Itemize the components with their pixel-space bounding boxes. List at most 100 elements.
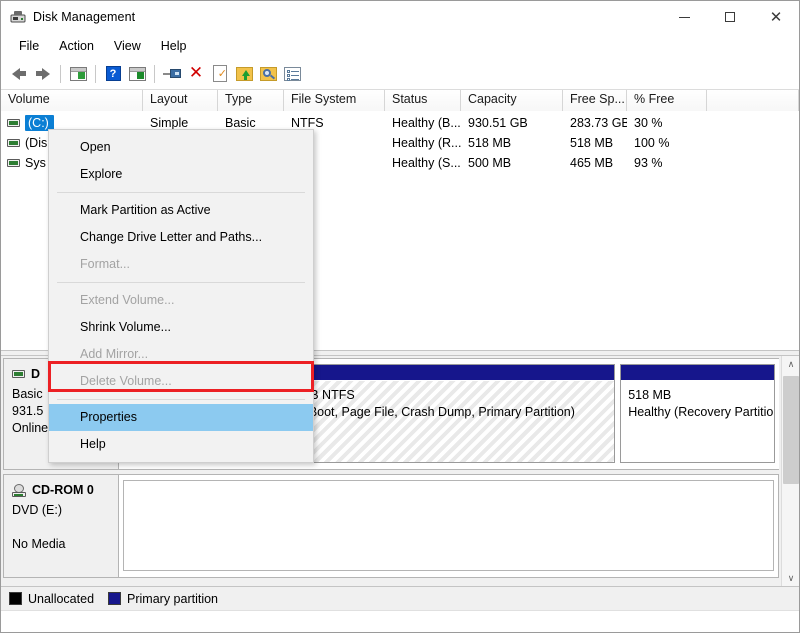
column-header-filler[interactable] xyxy=(707,90,799,111)
scrollbar-thumb[interactable] xyxy=(783,376,799,484)
legend-swatch-primary-partition xyxy=(108,592,121,605)
export-list-icon[interactable] xyxy=(232,62,256,86)
percent-free-cell: 30 % xyxy=(627,116,707,130)
volume-drive-icon xyxy=(7,159,20,167)
rescan-disks-icon[interactable] xyxy=(160,62,184,86)
volume-drive-icon xyxy=(7,119,20,127)
context-menu-separator-2 xyxy=(57,282,305,283)
disk-block-cdrom[interactable]: CD-ROM 0 DVD (E:) No Media xyxy=(3,474,779,578)
percent-free-cell: 100 % xyxy=(627,136,707,150)
column-header-layout[interactable]: Layout xyxy=(143,90,218,111)
legend-label-primary-partition: Primary partition xyxy=(127,592,218,606)
context-menu-item-explore[interactable]: Explore xyxy=(49,161,313,188)
legend-item-primary-partition: Primary partition xyxy=(108,592,218,606)
context-menu-separator-3 xyxy=(57,399,305,400)
column-header-type[interactable]: Type xyxy=(218,90,284,111)
context-menu-separator-1 xyxy=(57,192,305,193)
toolbar-separator-1 xyxy=(60,65,61,83)
window-title: Disk Management xyxy=(33,10,135,24)
disk-icon xyxy=(12,370,25,378)
disk-management-icon xyxy=(10,9,26,25)
show-hide-action-pane-icon[interactable] xyxy=(125,62,149,86)
partition-strip-cdrom xyxy=(119,475,778,577)
menu-action[interactable]: Action xyxy=(49,36,104,56)
legend-item-unallocated: Unallocated xyxy=(9,592,94,606)
forward-icon[interactable] xyxy=(31,62,55,86)
context-menu-item-shrink-volume[interactable]: Shrink Volume... xyxy=(49,314,313,341)
column-header-percent-free[interactable]: % Free xyxy=(627,90,707,111)
find-icon[interactable] xyxy=(256,62,280,86)
delete-icon[interactable]: ✕ xyxy=(184,62,208,86)
minimize-button[interactable] xyxy=(661,1,707,33)
close-icon: ✕ xyxy=(770,10,783,25)
menu-help[interactable]: Help xyxy=(151,36,197,56)
column-header-capacity[interactable]: Capacity xyxy=(461,90,563,111)
partition-size-label: 518 MB xyxy=(628,387,768,404)
menu-file[interactable]: File xyxy=(9,36,49,56)
status-cell: Healthy (S... xyxy=(385,156,461,170)
capacity-cell: 930.51 GB xyxy=(461,116,563,130)
volume-context-menu: Open Explore Mark Partition as Active Ch… xyxy=(48,129,314,463)
partition-recovery[interactable]: 518 MB Healthy (Recovery Partitio xyxy=(620,364,775,463)
title-bar: Disk Management ✕ xyxy=(1,1,799,33)
context-menu-item-delete-volume: Delete Volume... xyxy=(49,368,313,395)
show-hide-console-tree-icon[interactable] xyxy=(66,62,90,86)
back-icon[interactable] xyxy=(7,62,31,86)
partition-status-label: Healthy (Recovery Partitio xyxy=(628,404,768,421)
cdrom-icon xyxy=(12,484,26,497)
context-menu-item-extend-volume: Extend Volume... xyxy=(49,287,313,314)
capacity-cell: 518 MB xyxy=(461,136,563,150)
toolbar-separator-3 xyxy=(154,65,155,83)
disk-management-window: Disk Management ✕ File Action View Help … xyxy=(0,0,800,633)
context-menu-item-open[interactable]: Open xyxy=(49,134,313,161)
free-space-cell: 465 MB xyxy=(563,156,627,170)
capacity-cell: 500 MB xyxy=(461,156,563,170)
partition-body: 518 MB Healthy (Recovery Partitio xyxy=(621,381,774,462)
free-space-cell: 283.73 GB xyxy=(563,116,627,130)
toolbar: ? ✕ ✓ xyxy=(1,58,799,90)
context-menu-item-help[interactable]: Help xyxy=(49,431,313,458)
cdrom-status: No Media xyxy=(12,536,118,553)
volume-label: Sys xyxy=(25,156,46,170)
close-button[interactable]: ✕ xyxy=(753,1,799,33)
graphical-view-scrollbar[interactable]: ∧ ∨ xyxy=(781,356,799,588)
window-controls: ✕ xyxy=(661,1,799,33)
status-cell: Healthy (B... xyxy=(385,116,461,130)
volume-label: (Dis xyxy=(25,136,47,150)
help-icon[interactable]: ? xyxy=(101,62,125,86)
context-menu-item-format: Format... xyxy=(49,251,313,278)
volume-drive-icon xyxy=(7,139,20,147)
cdrom-type: DVD (E:) xyxy=(12,502,118,519)
percent-free-cell: 93 % xyxy=(627,156,707,170)
legend-label-unallocated: Unallocated xyxy=(28,592,94,606)
maximize-button[interactable] xyxy=(707,1,753,33)
column-header-status[interactable]: Status xyxy=(385,90,461,111)
context-menu-item-add-mirror: Add Mirror... xyxy=(49,341,313,368)
list-view-icon[interactable] xyxy=(280,62,304,86)
status-cell: Healthy (R... xyxy=(385,136,461,150)
column-header-volume[interactable]: Volume xyxy=(1,90,143,111)
free-space-cell: 518 MB xyxy=(563,136,627,150)
scroll-up-icon[interactable]: ∧ xyxy=(782,356,800,374)
legend-bar: Unallocated Primary partition xyxy=(1,586,799,610)
column-header-free-space[interactable]: Free Sp... xyxy=(563,90,627,111)
layout-cell: Simple xyxy=(143,116,218,130)
volume-list-header: Volume Layout Type File System Status Ca… xyxy=(1,90,799,111)
type-cell: Basic xyxy=(218,116,284,130)
status-bar xyxy=(1,610,799,632)
cdrom-empty-area xyxy=(123,480,774,571)
column-header-file-system[interactable]: File System xyxy=(284,90,385,111)
disk-name: D xyxy=(31,367,40,381)
partition-color-bar xyxy=(621,365,774,381)
context-menu-item-change-drive-letter-and-paths[interactable]: Change Drive Letter and Paths... xyxy=(49,224,313,251)
legend-swatch-unallocated xyxy=(9,592,22,605)
context-menu-item-mark-partition-as-active[interactable]: Mark Partition as Active xyxy=(49,197,313,224)
cdrom-name: CD-ROM 0 xyxy=(32,483,94,497)
disk-info-cdrom: CD-ROM 0 DVD (E:) No Media xyxy=(4,475,119,577)
toolbar-separator-2 xyxy=(95,65,96,83)
properties-icon[interactable]: ✓ xyxy=(208,62,232,86)
menu-bar: File Action View Help xyxy=(1,33,799,58)
file-system-cell: NTFS xyxy=(284,116,385,130)
menu-view[interactable]: View xyxy=(104,36,151,56)
context-menu-item-properties[interactable]: Properties xyxy=(49,404,313,431)
